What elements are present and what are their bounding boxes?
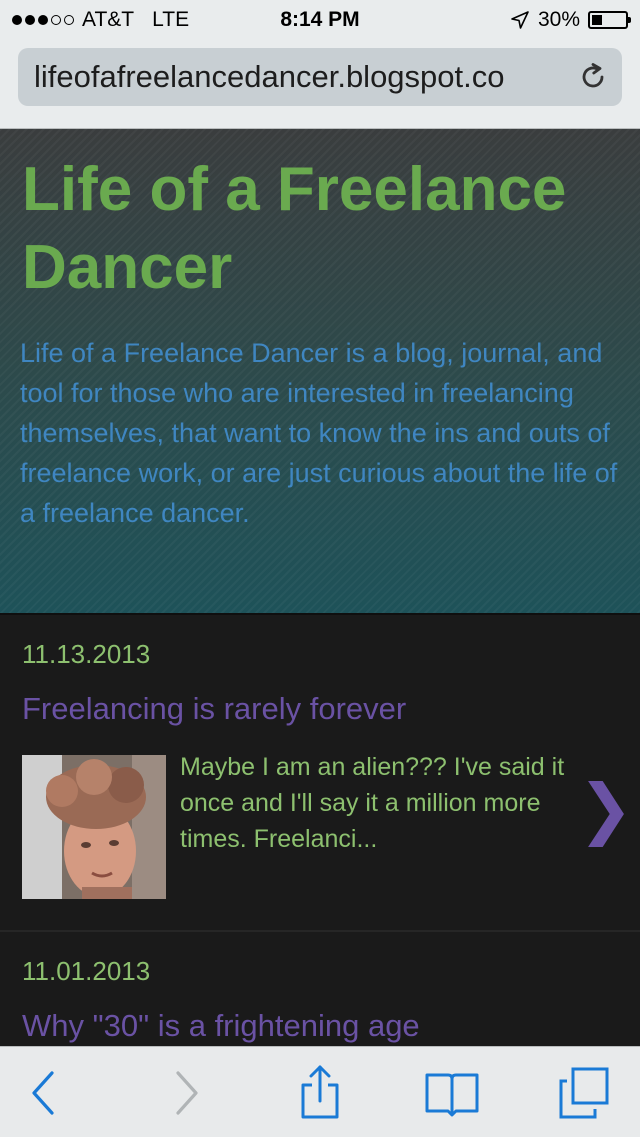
- blog-description: Life of a Freelance Dancer is a blog, jo…: [20, 338, 618, 528]
- battery-fill: [592, 15, 602, 25]
- battery-icon: [588, 11, 631, 29]
- reload-icon[interactable]: [578, 62, 608, 92]
- thumbnail-photo: [22, 755, 166, 899]
- forward-arrow-icon[interactable]: [158, 1065, 214, 1121]
- address-field[interactable]: lifeofafreelancedancer.blogspot.co: [18, 48, 622, 106]
- post-date: 11.01.2013: [22, 956, 151, 986]
- post-thumbnail[interactable]: [22, 755, 166, 899]
- blog-title[interactable]: Life of a Freelance Dancer: [22, 151, 622, 307]
- status-right: 30%: [510, 0, 631, 40]
- battery-tip: [628, 17, 631, 23]
- share-icon[interactable]: [292, 1065, 348, 1121]
- blog-header: Life of a Freelance Dancer Life of a Fre…: [0, 129, 640, 615]
- browser-toolbar: [0, 1046, 640, 1137]
- post-item[interactable]: 11.13.2013 Freelancing is rarely forever…: [0, 615, 640, 932]
- tabs-icon[interactable]: [556, 1065, 612, 1121]
- url-text[interactable]: lifeofafreelancedancer.blogspot.co: [34, 48, 564, 106]
- battery-percent: 30%: [537, 8, 580, 31]
- post-title-link[interactable]: Why "30" is a frightening age: [22, 1008, 420, 1044]
- location-arrow-icon: [511, 11, 529, 29]
- status-bar: AT&T LTE 8:14 PM 30%: [0, 0, 640, 40]
- post-title-link[interactable]: Freelancing is rarely forever: [22, 691, 406, 727]
- address-bar-area: lifeofafreelancedancer.blogspot.co: [0, 40, 640, 129]
- back-arrow-icon[interactable]: [16, 1065, 72, 1121]
- post-snippet: Maybe I am an alien??? I've said it once…: [180, 753, 565, 853]
- post-date: 11.13.2013: [22, 639, 151, 669]
- bookmarks-icon[interactable]: [424, 1065, 480, 1121]
- chevron-right-icon[interactable]: ❯: [578, 775, 633, 841]
